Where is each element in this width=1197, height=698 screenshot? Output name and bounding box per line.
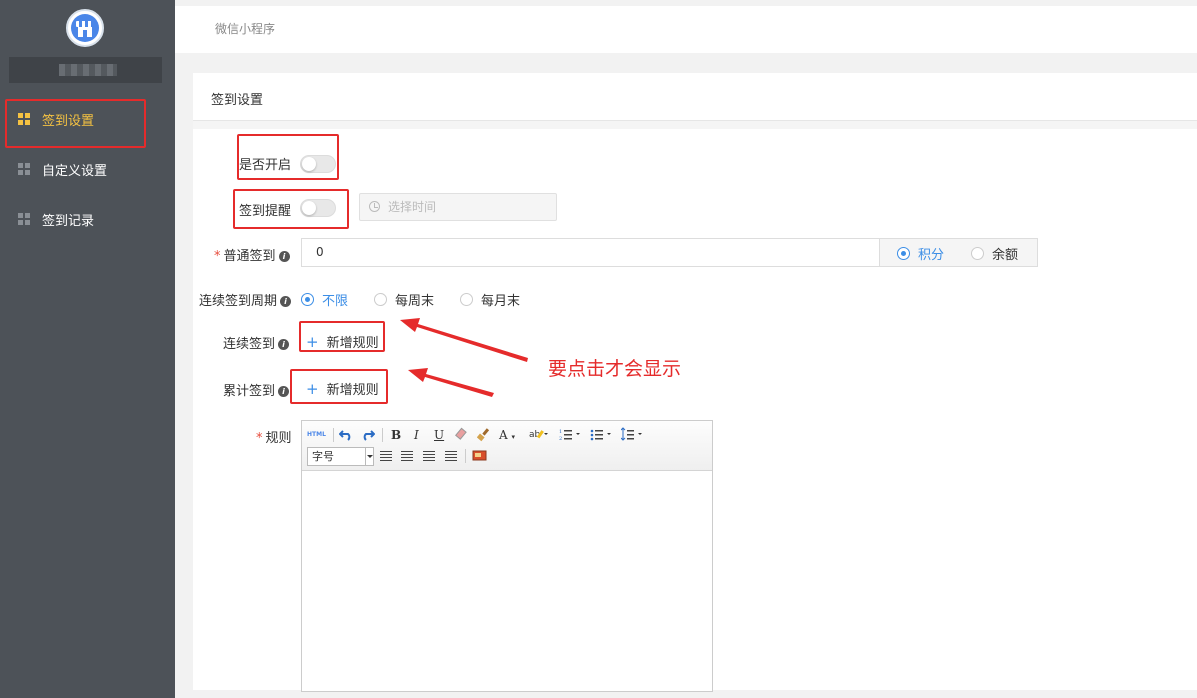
rich-text-editor[interactable]: HTML B I U A ▾ ab 12 字号 <box>301 420 713 692</box>
time-picker-input[interactable]: 选择时间 <box>359 193 557 221</box>
normal-checkin-text: 普通签到 <box>223 249 276 264</box>
plus-icon: + <box>306 332 319 351</box>
cycle-weekend-label: 每周末 <box>395 294 435 309</box>
font-color-glyph: A <box>499 428 508 442</box>
sidebar-item-label: 签到设置 <box>42 113 95 129</box>
font-color-button[interactable]: A ▾ <box>499 427 515 443</box>
bold-button[interactable]: B <box>391 427 401 443</box>
page-breadcrumb: 微信小程序 <box>215 22 276 36</box>
continuous-label: 连续签到 i <box>223 333 290 352</box>
font-size-select[interactable]: 字号 <box>307 447 374 466</box>
align-center-icon[interactable] <box>401 451 413 461</box>
enable-switch[interactable] <box>300 155 336 173</box>
info-icon: i <box>278 251 290 262</box>
ordered-list-icon[interactable]: 12 <box>559 427 583 443</box>
chevron-down-icon <box>365 448 373 465</box>
continuous-text: 连续签到 <box>223 337 276 352</box>
add-rule-label: 新增规则 <box>326 336 379 351</box>
svg-text:2: 2 <box>559 436 562 442</box>
panel-divider <box>193 121 1197 129</box>
store-logo-icon <box>66 9 104 47</box>
line-height-icon[interactable] <box>621 427 645 443</box>
highlight-color-icon[interactable]: ab <box>528 427 548 443</box>
sidebar-item-checkin-records[interactable]: 签到记录 <box>0 199 175 239</box>
continuous-add-rule-button[interactable]: + 新增规则 <box>306 332 379 352</box>
italic-button[interactable]: I <box>414 427 419 443</box>
sidebar-item-label: 签到记录 <box>42 213 95 229</box>
annotation-arrows <box>400 318 528 397</box>
arrow-to-cumulative <box>408 368 494 397</box>
normal-checkin-label: * 普通签到 i <box>214 245 290 264</box>
rule-text: 规则 <box>265 431 292 446</box>
insert-image-icon[interactable] <box>472 449 488 465</box>
username-blurred <box>9 57 162 83</box>
align-justify-icon[interactable] <box>445 451 457 461</box>
sidebar-item-label: 自定义设置 <box>42 163 108 179</box>
cumulative-label: 累计签到 i <box>223 380 290 399</box>
add-rule-label: 新增规则 <box>326 383 379 398</box>
radio-dot <box>460 293 473 306</box>
reminder-switch[interactable] <box>300 199 336 217</box>
top-header: 微信小程序 <box>175 6 1197 53</box>
cycle-label: 连续签到周期 i <box>199 290 292 309</box>
redo-icon[interactable] <box>361 427 375 443</box>
cycle-monthend-radio[interactable]: 每月末 <box>460 290 520 309</box>
align-left-icon[interactable] <box>380 451 392 461</box>
rule-label: * 规则 <box>256 427 292 446</box>
time-placeholder: 选择时间 <box>388 200 437 214</box>
radio-dot <box>301 293 314 306</box>
required-mark: * <box>214 249 221 264</box>
arrow-to-continuous <box>400 318 528 362</box>
clock-icon <box>369 201 380 212</box>
eraser-icon[interactable] <box>455 427 469 443</box>
grid-icon <box>18 113 30 125</box>
cycle-monthend-label: 每月末 <box>481 294 521 309</box>
unordered-list-icon[interactable] <box>590 427 614 443</box>
required-mark: * <box>256 431 263 446</box>
cumulative-text: 累计签到 <box>223 384 276 399</box>
reward-points-radio[interactable]: 积分 <box>897 244 944 263</box>
align-right-icon[interactable] <box>423 451 435 461</box>
radio-dot <box>374 293 387 306</box>
panel-header: 签到设置 <box>193 73 1197 121</box>
normal-checkin-input[interactable]: 0 <box>301 238 879 267</box>
info-icon: i <box>278 386 290 397</box>
reward-balance-radio[interactable]: 余额 <box>971 244 1018 263</box>
info-icon: i <box>278 339 290 350</box>
html-source-button[interactable]: HTML <box>307 427 326 443</box>
annotation-text: 要点击才会显示 <box>548 358 682 380</box>
plus-icon: + <box>306 379 319 398</box>
reminder-label: 签到提醒 <box>239 204 292 219</box>
radio-dot <box>897 247 910 260</box>
cycle-unlimited-radio[interactable]: 不限 <box>301 290 348 309</box>
radio-dot <box>971 247 984 260</box>
info-icon: i <box>280 296 292 307</box>
undo-icon[interactable] <box>339 427 353 443</box>
editor-toolbar: HTML B I U A ▾ ab 12 字号 <box>302 421 712 471</box>
grid-icon <box>18 213 30 225</box>
font-size-text: 字号 <box>312 450 334 463</box>
svg-text:1: 1 <box>559 429 562 435</box>
format-brush-icon[interactable] <box>477 427 491 443</box>
enable-label: 是否开启 <box>239 158 292 173</box>
reward-points-label: 积分 <box>918 248 945 263</box>
underline-button[interactable]: U <box>434 427 444 443</box>
sidebar-item-custom-settings[interactable]: 自定义设置 <box>0 149 175 189</box>
cycle-text: 连续签到周期 <box>199 294 278 309</box>
reward-balance-label: 余额 <box>992 248 1019 263</box>
cumulative-add-rule-button[interactable]: + 新增规则 <box>306 379 379 399</box>
grid-icon <box>18 163 30 175</box>
cycle-weekend-radio[interactable]: 每周末 <box>374 290 434 309</box>
cycle-unlimited-label: 不限 <box>322 294 349 309</box>
sidebar-item-checkin-settings[interactable]: 签到设置 <box>0 99 175 139</box>
normal-checkin-value: 0 <box>316 245 324 259</box>
panel-title: 签到设置 <box>211 93 264 108</box>
sidebar: 签到设置 自定义设置 签到记录 <box>0 0 175 698</box>
